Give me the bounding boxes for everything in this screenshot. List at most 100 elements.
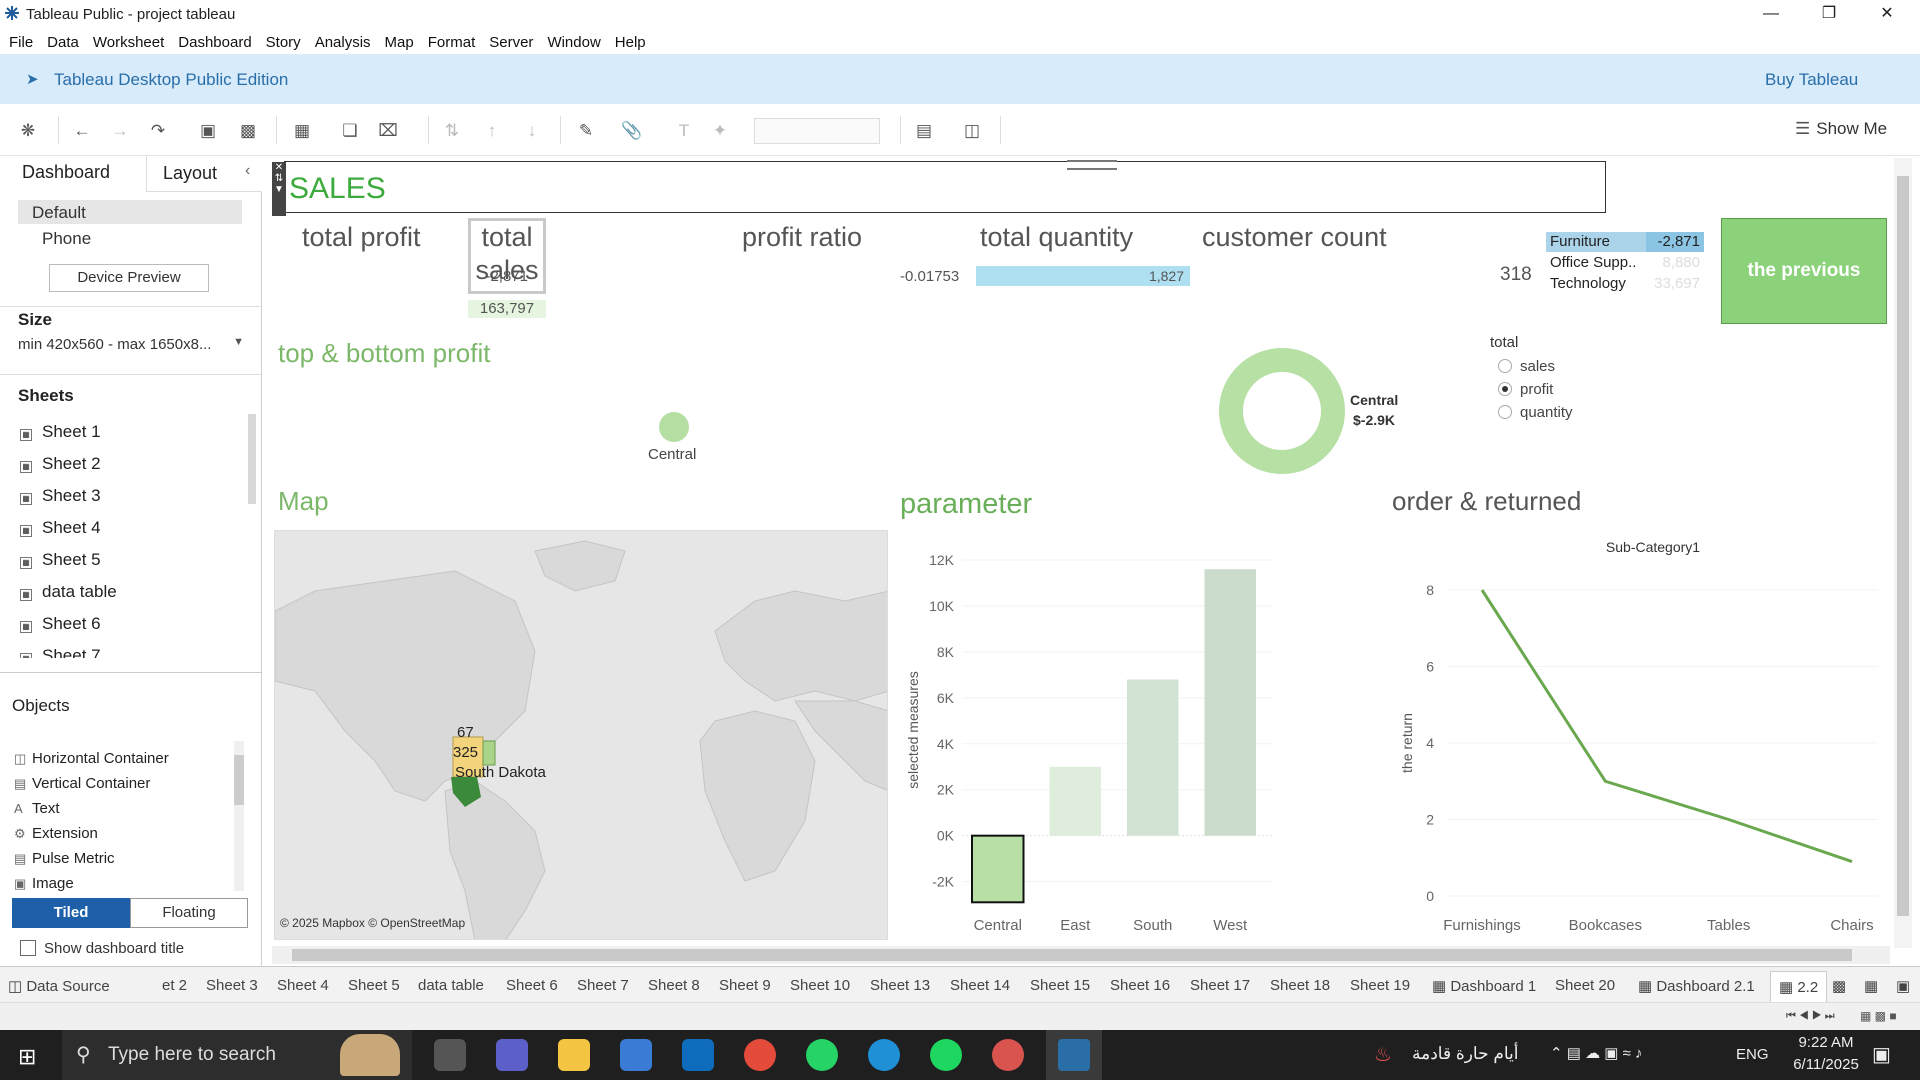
size-dropdown[interactable]: min 420x560 - max 1650x8... ▼ (18, 336, 244, 353)
group-icon[interactable]: 📎 (620, 121, 644, 141)
swap-icon[interactable]: ⇅ (440, 121, 464, 141)
object-vertical-container[interactable]: ▤ Vertical Container (14, 775, 150, 792)
outlook-icon[interactable] (682, 1039, 714, 1071)
sheet-tab[interactable]: Sheet 4 (277, 977, 329, 994)
tableau-home-icon[interactable]: ❋ (16, 121, 40, 141)
redo-icon[interactable]: → (108, 121, 132, 141)
minimize-icon[interactable]: — (1748, 2, 1794, 26)
new-datasource-icon[interactable]: ▩ (236, 121, 260, 141)
sort-asc-icon[interactable]: ↑ (480, 121, 504, 141)
collapse-icon[interactable]: ‹ (245, 162, 250, 180)
show-title-checkbox[interactable] (20, 940, 36, 956)
floating-button[interactable]: Floating (130, 898, 248, 928)
fix-axes-icon[interactable]: ✦ (708, 121, 732, 141)
sheet-item[interactable]: ▦ data table (20, 582, 117, 602)
central-point[interactable] (659, 412, 689, 442)
sheet-item[interactable]: ▦ Sheet 3 (20, 486, 101, 506)
spotify-icon[interactable] (930, 1039, 962, 1071)
sheet-tab[interactable]: Sheet 15 (1030, 977, 1090, 994)
menu-format[interactable]: Format (427, 28, 483, 54)
tab-layout[interactable]: Layout ‹ (146, 156, 262, 192)
map-view[interactable]: 67 325 South Dakota (274, 530, 888, 940)
tray-icons[interactable]: ⌃ ▤ ☁ ▣ ≈ ♪ (1550, 1044, 1642, 1062)
active-dashboard-tab[interactable]: ▦ 2.2 (1770, 971, 1828, 1002)
category-row[interactable]: Furniture -2,871 (1546, 232, 1704, 252)
chrome-icon[interactable] (744, 1039, 776, 1071)
new-dashboard-tab-icon[interactable]: ▦ (1864, 977, 1878, 995)
sheet-item[interactable]: ▦Sheet 7 (20, 646, 101, 658)
sheet-tab[interactable]: Sheet 3 (206, 977, 258, 994)
object-horizontal-container[interactable]: ◫ Horizontal Container (14, 750, 169, 767)
parameter-bar-chart[interactable]: -2K 0K 2K 4K 6K 8K 10K 12K selected measures Cent… (900, 530, 1280, 940)
menu-analysis[interactable]: Analysis (314, 28, 378, 54)
clock-date[interactable]: 6/11/2025 (1782, 1056, 1870, 1073)
teams-icon[interactable] (496, 1039, 528, 1071)
tableau-taskbar-item[interactable] (1046, 1030, 1102, 1080)
clock-time[interactable]: 9:22 AM (1786, 1034, 1866, 1051)
vertical-scrollbar[interactable] (1894, 158, 1912, 948)
save-icon[interactable]: ▣ (196, 121, 220, 141)
dashboard-tab[interactable]: ▦ Dashboard 1 (1432, 977, 1536, 995)
menu-map[interactable]: Map (384, 28, 421, 54)
the-previous-button[interactable]: the previous (1721, 218, 1887, 324)
menu-dashboard[interactable]: Dashboard (177, 28, 258, 54)
menu-data[interactable]: Data (46, 28, 86, 54)
highlight-icon[interactable]: ✎ (574, 121, 598, 141)
device-default[interactable]: Default (18, 200, 242, 224)
sheet-item[interactable]: ▦ Sheet 1 (20, 422, 101, 442)
menu-story[interactable]: Story (265, 28, 308, 54)
sheet-tab[interactable]: Sheet 16 (1110, 977, 1170, 994)
dashboard-tab[interactable]: ▦ Dashboard 2.1 (1638, 977, 1755, 995)
object-text[interactable]: A Text (14, 800, 60, 817)
edge-icon[interactable] (868, 1039, 900, 1071)
menu-window[interactable]: Window (546, 28, 607, 54)
horizontal-scrollbar[interactable] (272, 946, 1890, 964)
sheet-item[interactable]: ▦ Sheet 5 (20, 550, 101, 570)
windows-start-icon[interactable]: ⊞ (18, 1044, 36, 1070)
dashboard-title-box[interactable]: SALES (284, 160, 1606, 213)
drag-handle[interactable] (1067, 160, 1117, 170)
menu-worksheet[interactable]: Worksheet (92, 28, 171, 54)
labels-icon[interactable]: T (672, 121, 696, 141)
show-cards-icon[interactable]: ▤ (912, 121, 936, 141)
data-source-tab[interactable]: ◫ Data Source (8, 977, 110, 995)
menu-file[interactable]: File (8, 28, 40, 54)
category-row[interactable]: Office Supp.. 8,880 (1546, 253, 1704, 273)
sheet-tab[interactable]: Sheet 18 (1270, 977, 1330, 994)
undo-icon[interactable]: ← (70, 121, 94, 141)
presentation-icon[interactable]: ◫ (960, 121, 984, 141)
tiled-button[interactable]: Tiled (12, 898, 130, 928)
sheet-tab[interactable]: Sheet 17 (1190, 977, 1250, 994)
sheet-tab[interactable]: Sheet 9 (719, 977, 771, 994)
sheet-item[interactable]: ▦ Sheet 6 (20, 614, 101, 634)
objects-scrollbar[interactable] (234, 741, 244, 891)
task-view-icon[interactable] (434, 1039, 466, 1071)
language-indicator[interactable]: ENG (1736, 1046, 1769, 1063)
new-story-tab-icon[interactable]: ▣ (1896, 977, 1910, 995)
param-option-quantity[interactable]: quantity (1498, 404, 1573, 421)
sheet-tab[interactable]: Sheet 13 (870, 977, 930, 994)
sheet-tab[interactable]: Sheet 19 (1350, 977, 1410, 994)
sheet-tab[interactable]: Sheet 10 (790, 977, 850, 994)
category-row[interactable]: Technology 33,697 (1546, 274, 1704, 294)
sheet-tab[interactable]: Sheet 20 (1555, 977, 1615, 994)
sheets-scrollbar[interactable] (248, 414, 256, 504)
sheet-item[interactable]: ▦ Sheet 4 (20, 518, 101, 538)
fit-dropdown[interactable] (754, 118, 880, 144)
whatsapp-icon[interactable] (806, 1039, 838, 1071)
close-icon[interactable]: ✕ (1864, 2, 1910, 26)
clear-sheet-icon[interactable]: ⌧ (376, 121, 400, 141)
menu-help[interactable]: Help (614, 28, 653, 54)
object-extension[interactable]: ⚙ Extension (14, 825, 98, 842)
sheet-tab[interactable]: et 2 (162, 977, 187, 994)
duplicate-icon[interactable]: ❏ (338, 121, 362, 141)
new-worksheet-icon[interactable]: ▦ (290, 121, 314, 141)
tab-dashboard[interactable]: Dashboard (0, 156, 146, 192)
sheet-item[interactable]: ▦ Sheet 2 (20, 454, 101, 474)
object-controls[interactable]: ✕ ⇅ ▼ (272, 162, 286, 216)
object-image[interactable]: ▣ Image (14, 875, 74, 892)
file-explorer-icon[interactable] (558, 1039, 590, 1071)
sort-desc-icon[interactable]: ↓ (520, 121, 544, 141)
sheet-tab[interactable]: data table (418, 977, 484, 994)
order-returned-line-chart[interactable]: Sub-Category1 0 2 4 6 8 the return Furnishings B… (1392, 530, 1892, 940)
